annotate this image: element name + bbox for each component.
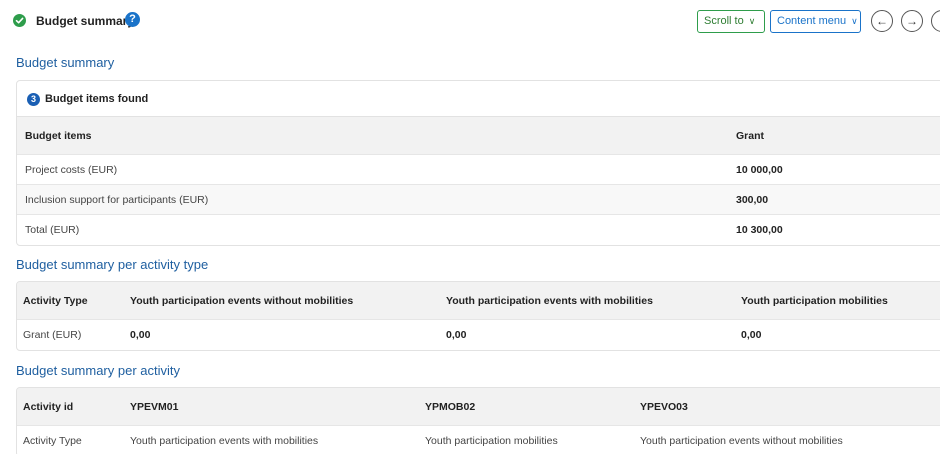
- column-header: Activity id: [23, 401, 74, 413]
- column-header: Youth participation mobilities: [741, 295, 888, 307]
- column-header: YPEVO03: [640, 401, 688, 413]
- per-activity-type-panel: Activity Type Youth participation events…: [16, 281, 940, 351]
- count-badge: 3: [27, 93, 40, 106]
- scroll-to-label: Scroll to: [704, 15, 744, 27]
- activity-type-value: Youth participation events without mobil…: [640, 435, 843, 447]
- panel-header: 3 Budget items found: [17, 81, 940, 117]
- grant-value: 0,00: [130, 329, 151, 341]
- column-header: Activity Type: [23, 295, 88, 307]
- arrow-right-icon[interactable]: →: [901, 10, 923, 32]
- budget-item-label: Total (EUR): [25, 224, 80, 236]
- page-title: Budget summary: [36, 14, 135, 28]
- grant-value: 300,00: [736, 194, 769, 206]
- top-bar: Budget summary ? Scroll to ∨ Content menu…: [0, 0, 940, 40]
- column-header: Budget items: [25, 130, 92, 142]
- scroll-to-button[interactable]: Scroll to ∨: [697, 10, 765, 33]
- close-icon[interactable]: [931, 10, 940, 32]
- row-label: Activity Type: [23, 435, 82, 447]
- column-header: Youth participation events without mobil…: [130, 295, 354, 307]
- grant-value: 0,00: [446, 329, 467, 341]
- table-row: Activity Type Youth participation events…: [17, 426, 940, 454]
- grant-value: 0,00: [741, 329, 762, 341]
- content-menu-button[interactable]: Content menu ∨: [770, 10, 861, 33]
- section-title-per-activity: Budget summary per activity: [16, 363, 181, 378]
- budget-item-label: Inclusion support for participants (EUR): [25, 194, 209, 206]
- per-activity-panel: Activity id YPEVM01 YPMOB02 YPEVO03 Acti…: [16, 387, 940, 454]
- table-row: Grant (EUR) 0,00 0,00 0,00: [17, 320, 940, 350]
- column-header: YPMOB02: [425, 401, 476, 413]
- column-header: Grant: [736, 130, 765, 142]
- table-row: Total (EUR) 10 300,00: [17, 215, 940, 245]
- activity-type-value: Youth participation events with mobiliti…: [130, 435, 319, 447]
- section-title-per-activity-type: Budget summary per activity type: [16, 257, 209, 272]
- table-header-row: Budget items Grant: [17, 117, 940, 155]
- budget-items-panel: 3 Budget items found Budget items Grant …: [16, 80, 940, 246]
- check-circle-icon: [13, 14, 26, 27]
- table-row: Inclusion support for participants (EUR)…: [17, 185, 940, 215]
- column-header: Youth participation events with mobiliti…: [446, 295, 653, 307]
- table-row: Project costs (EUR) 10 000,00: [17, 155, 940, 185]
- grant-value: 10 300,00: [736, 224, 783, 236]
- chevron-down-icon: ∨: [851, 16, 858, 26]
- section-title-budget-summary: Budget summary: [16, 55, 115, 70]
- row-label: Grant (EUR): [23, 329, 82, 341]
- budget-item-label: Project costs (EUR): [25, 164, 118, 176]
- content-menu-label: Content menu: [777, 15, 847, 27]
- items-found-label: Budget items found: [45, 93, 149, 105]
- activity-type-value: Youth participation mobilities: [425, 435, 558, 447]
- column-header: YPEVM01: [130, 401, 179, 413]
- arrow-left-icon[interactable]: ←: [871, 10, 893, 32]
- grant-value: 10 000,00: [736, 164, 783, 176]
- chevron-down-icon: ∨: [748, 16, 756, 26]
- help-icon[interactable]: ?: [125, 12, 140, 27]
- table-header-row: Activity Type Youth participation events…: [17, 282, 940, 320]
- table-header-row: Activity id YPEVM01 YPMOB02 YPEVO03: [17, 388, 940, 426]
